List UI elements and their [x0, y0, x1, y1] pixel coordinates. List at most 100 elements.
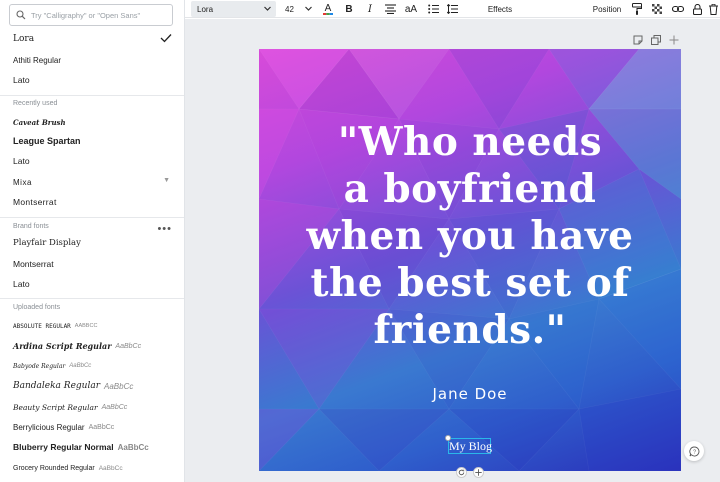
quote-line: when you have	[306, 213, 634, 259]
add-note-button[interactable]	[633, 34, 643, 46]
spacing-button[interactable]	[445, 0, 459, 18]
font-item-berrylicious[interactable]: Berrylicious Regular AaBbCc	[0, 417, 184, 437]
font-item-label: Beauty Script Regular	[13, 402, 98, 412]
font-item-ardina[interactable]: Ardina Script Regular AaBbCc	[0, 336, 184, 356]
help-chat-icon: ?	[688, 446, 699, 456]
blog-text[interactable]: My Blog	[449, 439, 492, 453]
font-item-label: Babyode Regular	[13, 362, 66, 370]
move-handle[interactable]	[473, 467, 484, 478]
design-page[interactable]: "Who needs a boyfriend when you have the…	[259, 49, 681, 471]
font-item-label: Lato	[13, 75, 30, 85]
font-item-label: Ardina Script Regular	[13, 341, 112, 351]
delete-button[interactable]	[708, 0, 718, 18]
font-sample: AaBbCc	[117, 442, 149, 452]
rotate-handle[interactable]	[456, 467, 467, 478]
font-sample: AaBbCc	[101, 403, 128, 411]
font-item-label: Lora	[13, 34, 35, 44]
effects-button[interactable]: Effects	[485, 0, 515, 18]
font-item-label: Bandaleka Regular	[13, 381, 100, 391]
font-item-lora[interactable]: Lora	[0, 29, 184, 49]
add-page-button[interactable]	[669, 34, 679, 46]
font-item-caveat-brush[interactable]: Caveat Brush	[0, 112, 184, 132]
font-search-box[interactable]	[9, 4, 173, 26]
font-item-grocery-rounded[interactable]: Grocery Rounded Regular AaBbCc	[0, 458, 184, 478]
italic-button[interactable]: I	[363, 0, 377, 18]
lock-button[interactable]	[691, 0, 703, 18]
font-item-bandaleka[interactable]: Bandaleka Regular AaBbCc	[0, 376, 184, 396]
author-text[interactable]: Jane Doe	[259, 385, 681, 403]
align-center-button[interactable]	[383, 0, 397, 18]
link-button[interactable]	[671, 0, 685, 18]
font-item-mixa[interactable]: Mixa ▼	[0, 172, 184, 192]
font-item-babyode[interactable]: Babyode Regular AaBbCc	[0, 356, 184, 376]
font-item-athiti[interactable]: Athiti Regular	[0, 50, 184, 70]
font-search-input[interactable]	[31, 10, 161, 20]
text-toolbar: Lora 42 A B I aA Effects Position	[185, 0, 720, 18]
font-item-label: Lato	[13, 156, 30, 166]
resize-handle[interactable]	[445, 435, 451, 441]
font-item-bluberry[interactable]: Bluberry Regular Normal AaBbCc	[0, 437, 184, 457]
quote-line: the best set of	[310, 260, 630, 306]
font-item-montserrat[interactable]: Montserrat	[0, 192, 184, 212]
chevron-down-icon	[264, 6, 271, 11]
font-item-league-spartan[interactable]: League Spartan	[0, 131, 184, 151]
font-item-label: Berrylicious Regular	[13, 422, 85, 432]
font-item-lato[interactable]: Lato	[0, 70, 184, 90]
font-item-playfair[interactable]: Playfair Display	[0, 233, 184, 253]
position-button[interactable]: Position	[590, 0, 624, 18]
font-size-value: 42	[285, 4, 294, 14]
move-icon	[475, 469, 482, 476]
font-sample: AaBbCc	[98, 464, 123, 472]
text-color-icon: A	[323, 3, 333, 15]
font-item-label: Athiti Regular	[13, 55, 62, 65]
letter-case-button[interactable]: aA	[402, 0, 420, 18]
checkmark-icon	[160, 34, 172, 43]
divider	[0, 217, 184, 218]
font-family-select[interactable]: Lora	[191, 1, 276, 17]
help-button[interactable]: ?	[684, 441, 704, 461]
selected-text-box[interactable]: My Blog	[445, 435, 492, 454]
font-item-label: Caveat Brush	[13, 117, 66, 127]
bold-button[interactable]: B	[342, 0, 356, 18]
search-icon	[16, 10, 26, 20]
duplicate-page-button[interactable]	[651, 34, 661, 46]
transparency-button[interactable]	[651, 0, 663, 18]
font-item-label: League Spartan	[13, 136, 81, 146]
text-color-button[interactable]: A	[321, 0, 335, 18]
font-item-label: Mixa	[13, 177, 32, 187]
section-brand-fonts: Brand fonts	[13, 223, 49, 230]
svg-text:A: A	[325, 3, 332, 14]
trash-icon	[708, 3, 718, 15]
font-item-label: Bluberry Regular Normal	[13, 442, 114, 452]
font-size-select[interactable]: 42	[283, 1, 315, 17]
rotate-icon	[458, 469, 465, 476]
transparency-icon	[652, 4, 662, 14]
font-item-montserrat-brand[interactable]: Montserrat	[0, 254, 184, 274]
bullet-list-button[interactable]	[426, 0, 440, 18]
font-item-label: Montserrat	[13, 259, 54, 269]
font-item-label: Playfair Display	[13, 238, 81, 248]
font-sample: AaBbCc	[69, 363, 92, 369]
more-options-icon[interactable]: •••	[157, 224, 172, 235]
chevron-down-icon[interactable]: ▼	[163, 177, 170, 184]
font-item-absolute[interactable]: ABSOLUTE REGULAR AABBCC	[0, 316, 184, 336]
section-uploaded-fonts: Uploaded fonts	[13, 304, 61, 311]
align-center-icon	[384, 4, 396, 14]
font-item-beauty-script[interactable]: Beauty Script Regular AaBbCc	[0, 397, 184, 417]
font-item-lato-recent[interactable]: Lato	[0, 151, 184, 171]
font-item-label: Montserrat	[13, 197, 57, 207]
bullet-list-icon	[427, 4, 439, 14]
font-sample: AABBCC	[74, 323, 98, 329]
copy-style-button[interactable]	[630, 0, 644, 18]
chevron-down-icon	[305, 6, 312, 11]
font-item-lato-brand[interactable]: Lato	[0, 274, 184, 294]
font-item-label: Lato	[13, 279, 30, 289]
line-spacing-icon	[446, 4, 458, 14]
font-sample: AaBbCc	[88, 423, 115, 431]
font-item-label: ABSOLUTE REGULAR	[13, 322, 71, 330]
lock-icon	[692, 3, 702, 15]
font-panel: Lora Athiti Regular Lato Recently used C…	[0, 0, 185, 482]
paint-roller-icon	[632, 3, 642, 15]
quote-text[interactable]: "Who needs a boyfriend when you have the…	[259, 119, 681, 354]
divider	[0, 298, 184, 299]
